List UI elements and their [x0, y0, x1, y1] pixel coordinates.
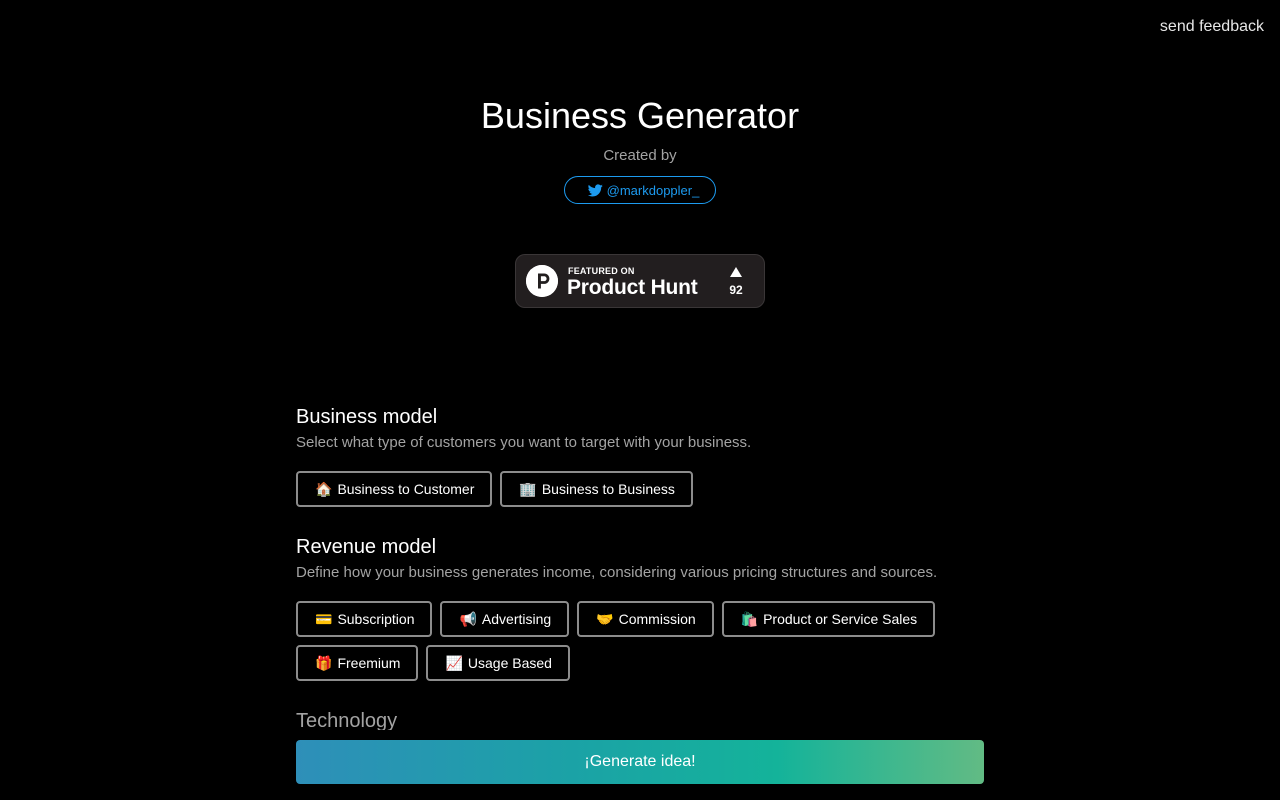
business-model-description: Select what type of customers you want t… [296, 434, 752, 451]
option-label: Subscription [337, 611, 415, 627]
option-product-or-service-sales[interactable]: 🛍️ Product or Service Sales [721, 601, 936, 637]
business-model-options: 🏠 Business to Customer 🏢 Business to Bus… [296, 471, 984, 507]
product-hunt-kicker: FEATURED ON [568, 266, 635, 276]
option-label: Freemium [337, 655, 401, 671]
product-hunt-logo-icon [526, 265, 558, 297]
product-hunt-badge[interactable]: FEATURED ON Product Hunt 92 [515, 254, 765, 308]
option-business-to-customer[interactable]: 🏠 Business to Customer [296, 471, 493, 507]
twitter-profile-link[interactable]: @markdoppler_ [563, 176, 717, 204]
option-label: Business to Business [541, 481, 675, 497]
option-business-to-business[interactable]: 🏢 Business to Business [500, 471, 693, 507]
option-commission[interactable]: 🤝 Commission [577, 601, 714, 637]
option-label: Business to Customer [337, 481, 475, 497]
option-label: Product or Service Sales [763, 611, 918, 627]
page: send feedback Business Generator Created… [0, 0, 1280, 800]
generate-idea-button[interactable]: ¡Generate idea! [296, 740, 984, 784]
option-label: Advertising [481, 611, 552, 627]
chart-increasing-icon: 📈 [445, 654, 463, 671]
shopping-bags-icon: 🛍️ [740, 610, 759, 627]
gift-icon: 🎁 [315, 654, 333, 671]
option-subscription[interactable]: 💳 Subscription [296, 601, 433, 637]
option-freemium[interactable]: 🎁 Freemium [296, 645, 419, 681]
option-label: Commission [618, 611, 696, 627]
megaphone-icon: 📢 [459, 610, 477, 627]
revenue-model-options: 💳 Subscription 📢 Advertising 🤝 Commissio… [296, 601, 984, 681]
house-icon: 🏠 [315, 480, 333, 497]
upvote-count: 92 [729, 283, 743, 297]
revenue-model-description: Define how your business generates incom… [296, 564, 938, 581]
option-advertising[interactable]: 📢 Advertising [440, 601, 570, 637]
office-building-icon: 🏢 [519, 480, 537, 497]
revenue-model-section: Revenue model Define how your business g… [296, 535, 984, 681]
upvote-triangle-icon [730, 267, 742, 277]
business-model-section: Business model Select what type of custo… [296, 405, 984, 507]
credit-card-icon: 💳 [315, 610, 333, 627]
hero: Business Generator Created by @markdoppl… [0, 95, 1280, 204]
handshake-icon: 🤝 [596, 610, 614, 627]
twitter-handle: @markdoppler_ [606, 182, 700, 198]
created-by-label: Created by [603, 147, 677, 164]
revenue-model-title: Revenue model [296, 536, 437, 558]
product-hunt-name: Product Hunt [567, 276, 698, 299]
send-feedback-link[interactable]: send feedback [1160, 18, 1264, 36]
generator-form: Business model Select what type of custo… [296, 405, 984, 733]
option-usage-based[interactable]: 📈 Usage Based [426, 645, 570, 681]
option-label: Usage Based [467, 655, 552, 671]
business-model-title: Business model [296, 406, 438, 428]
page-title: Business Generator [480, 95, 800, 136]
twitter-bird-icon [587, 183, 603, 197]
